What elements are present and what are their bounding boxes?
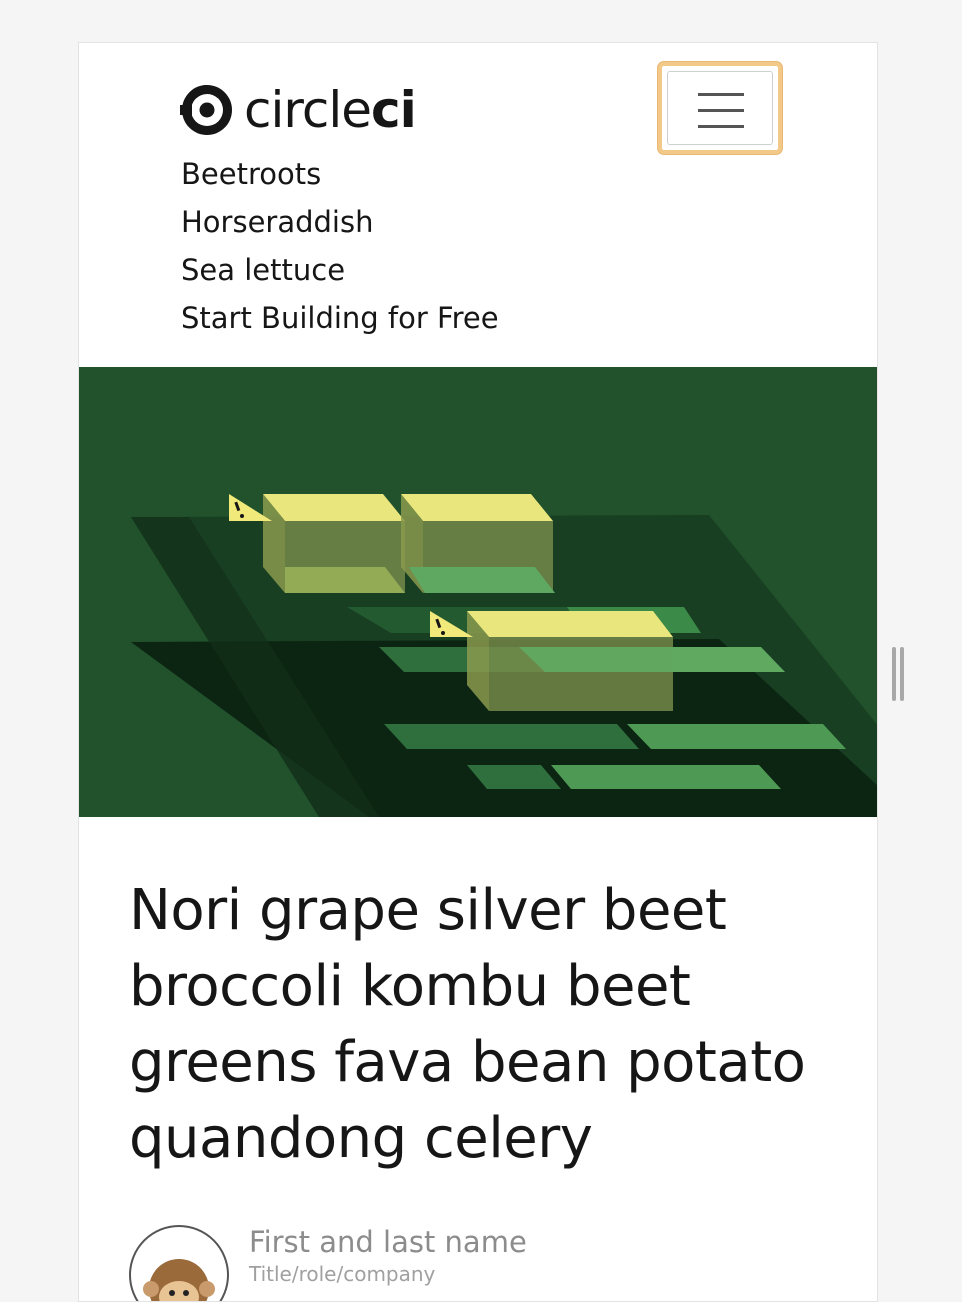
article-title: Nori grape silver beet broccoli kombu be… bbox=[129, 878, 806, 1171]
monkey-avatar-icon bbox=[143, 1259, 215, 1301]
logo-wordmark: circleci bbox=[244, 85, 417, 135]
circleci-logo-icon bbox=[180, 83, 232, 135]
site-header: circleci Beetroots Horseraddish Sea lett… bbox=[79, 43, 877, 367]
nav-item-start-building[interactable]: Start Building for Free bbox=[181, 299, 499, 347]
nav-menu: Beetroots Horseraddish Sea lettuce Start… bbox=[181, 155, 499, 347]
author-role: Title/role/company bbox=[249, 1262, 436, 1286]
hero-illustration bbox=[79, 367, 877, 817]
pipeline-blocks-illustration bbox=[79, 367, 877, 817]
author-info: First and last name Title/role/company bbox=[249, 1225, 527, 1301]
page-container: circleci Beetroots Horseraddish Sea lett… bbox=[78, 42, 878, 1302]
nav-item-beetroots[interactable]: Beetroots bbox=[181, 155, 499, 203]
logo-wordmark-bold: ci bbox=[370, 81, 417, 139]
menu-toggle-inner bbox=[667, 71, 773, 145]
logo-wordmark-regular: circle bbox=[244, 81, 372, 139]
nav-item-horseraddish[interactable]: Horseraddish bbox=[181, 203, 499, 251]
menu-toggle-button[interactable] bbox=[658, 62, 782, 154]
author-byline: First and last name Title/role/company bbox=[129, 1225, 527, 1301]
author-name: First and last name bbox=[249, 1225, 527, 1259]
resize-handle[interactable] bbox=[892, 647, 904, 701]
circleci-logo[interactable]: circleci bbox=[180, 83, 417, 137]
nav-item-sea-lettuce[interactable]: Sea lettuce bbox=[181, 251, 499, 299]
avatar bbox=[129, 1225, 229, 1301]
